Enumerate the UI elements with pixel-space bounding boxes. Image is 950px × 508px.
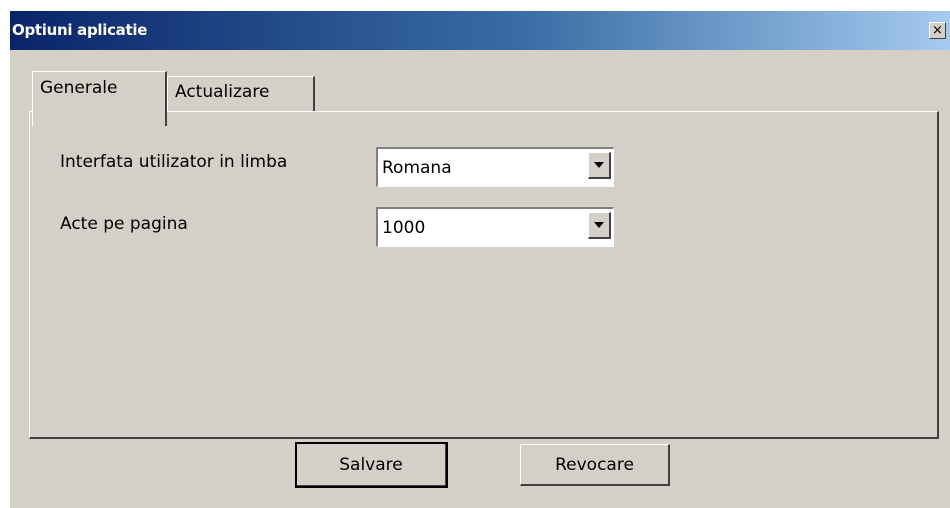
tab-generale[interactable]: Generale [32,71,167,126]
dialog-title: Optiuni aplicatie [12,21,148,39]
tab-label: Actualizare [175,82,270,102]
language-dropdown-button[interactable] [588,152,611,179]
acts-per-page-select-value: 1000 [382,218,426,238]
save-button[interactable]: Salvare [295,442,448,488]
tab-actualizare[interactable]: Actualizare [167,76,315,112]
close-button[interactable]: × [929,22,946,39]
title-bar[interactable]: Optiuni aplicatie × [10,11,950,50]
close-icon: × [932,23,943,38]
tab-panel-generale: Interfata utilizator in limba Romana Act… [29,111,939,439]
cancel-button[interactable]: Revocare [520,444,670,486]
acts-per-page-label: Acte pe pagina [60,214,188,234]
tab-label: Generale [40,78,118,98]
chevron-down-icon [594,162,604,168]
language-select-value: Romana [382,158,452,178]
acts-per-page-select[interactable]: 1000 [376,207,614,247]
chevron-down-icon [594,222,604,228]
language-label: Interfata utilizator in limba [60,152,288,172]
language-select[interactable]: Romana [376,147,614,187]
options-dialog: Optiuni aplicatie × Generale Actualizare… [9,11,950,508]
acts-per-page-dropdown-button[interactable] [588,212,611,239]
